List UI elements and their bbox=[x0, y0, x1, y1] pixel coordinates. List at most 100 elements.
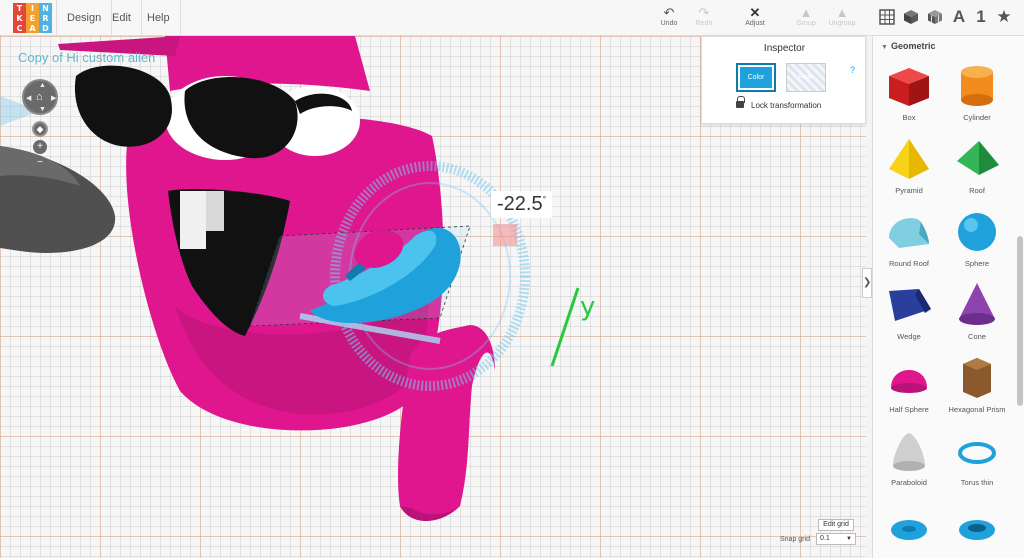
box-shape-icon bbox=[889, 68, 929, 106]
shape-item[interactable]: Pyramid bbox=[877, 135, 941, 207]
inspector-title: Inspector bbox=[763, 43, 806, 54]
shapes-sidebar: ▼ Geometric Box Cylinder Pyramid Roof Round R… bbox=[872, 36, 1024, 558]
adjust-button[interactable]: ✕ Adjust bbox=[735, 5, 775, 28]
undo-label: Undo bbox=[660, 20, 678, 27]
view-navigation-control[interactable]: ▲ ▼ ◀ ▶ ⌂ bbox=[22, 79, 58, 115]
inspector-panel: Inspector Color Hole ? Lock transformati… bbox=[701, 36, 866, 124]
zoom-in-button[interactable]: + bbox=[33, 140, 47, 154]
round-roof-shape-icon bbox=[889, 218, 929, 248]
shape-label: Roof bbox=[969, 186, 985, 195]
shape-item[interactable]: Torus thin bbox=[945, 427, 1009, 499]
lock-transformation-label[interactable]: Lock transformation bbox=[751, 101, 821, 110]
category-label: Geometric bbox=[890, 41, 936, 51]
shape-item[interactable]: Wedge bbox=[877, 281, 941, 353]
sidebar-scrollbar[interactable] bbox=[1017, 236, 1023, 406]
snap-grid-select[interactable]: 0.1 ▼ bbox=[816, 533, 856, 545]
inspector-help-icon[interactable]: ? bbox=[850, 65, 855, 75]
undo-icon: ↶ bbox=[663, 5, 675, 20]
shape-label: Cylinder bbox=[963, 113, 991, 122]
shape-label: Box bbox=[902, 113, 916, 122]
view-cube-icon[interactable]: ◆ bbox=[32, 121, 48, 137]
shape-item[interactable]: Paraboloid bbox=[877, 427, 941, 499]
orbit-right-arrow[interactable]: ▶ bbox=[51, 94, 56, 102]
wire-cube-icon[interactable] bbox=[924, 6, 946, 28]
wedge-shape-icon bbox=[889, 289, 931, 321]
text-tool-icon[interactable]: A bbox=[948, 6, 970, 28]
y-axis-label: y bbox=[580, 292, 596, 322]
shape-label: Cone bbox=[968, 332, 986, 341]
group-button[interactable]: ▲ Group bbox=[786, 5, 826, 28]
undo-button[interactable]: ↶ Undo bbox=[649, 5, 689, 28]
adjust-icon: ✕ bbox=[749, 5, 761, 20]
snap-grid-label: Snap grid bbox=[780, 536, 810, 543]
shape-item[interactable]: Cone bbox=[945, 281, 1009, 353]
alien-tooth-left bbox=[180, 191, 206, 249]
sphere-shape-icon bbox=[958, 213, 996, 251]
group-icon: ▲ bbox=[799, 5, 813, 20]
shape-item[interactable]: Hexagonal Prism bbox=[945, 354, 1009, 426]
paraboloid-shape-icon bbox=[893, 433, 925, 471]
orbit-down-arrow[interactable]: ▼ bbox=[39, 106, 46, 113]
logo-letter: K bbox=[13, 13, 26, 23]
adjust-label: Adjust bbox=[745, 20, 765, 27]
shape-label: Round Roof bbox=[888, 259, 930, 268]
logo-letter: I bbox=[26, 3, 39, 13]
ungroup-label: Ungroup bbox=[828, 20, 856, 27]
top-bar: TINKERCAD Design Edit Help ↶ Undo ↷ Redo… bbox=[0, 0, 1024, 36]
redo-button[interactable]: ↷ Redo bbox=[684, 5, 724, 28]
shape-item[interactable]: Roof bbox=[945, 135, 1009, 207]
angle-value: -22.5 bbox=[497, 193, 543, 215]
ungroup-icon: ▲ bbox=[835, 5, 849, 20]
sunglass-left bbox=[74, 65, 172, 147]
grid-view-icon[interactable] bbox=[876, 6, 898, 28]
shape-item[interactable]: Round Roof bbox=[877, 208, 941, 280]
hole-button[interactable]: Hole bbox=[786, 63, 826, 92]
collapse-sidebar-button[interactable]: ❯ bbox=[862, 268, 872, 298]
help-menu[interactable]: Help bbox=[137, 0, 181, 36]
tinkercad-logo[interactable]: TIN KER CAD bbox=[13, 3, 53, 33]
rotation-angle-readout: -22.5° bbox=[491, 191, 553, 218]
number-tool-icon[interactable]: 1 bbox=[970, 6, 992, 28]
geometric-category-header[interactable]: ▼ Geometric bbox=[881, 41, 935, 51]
orbit-left-arrow[interactable]: ◀ bbox=[26, 94, 31, 102]
hexagonal-prism-shape-icon bbox=[963, 358, 991, 398]
shape-item[interactable]: Sphere bbox=[945, 208, 1009, 280]
logo-letter: T bbox=[13, 3, 26, 13]
orbit-up-arrow[interactable]: ▲ bbox=[39, 82, 46, 89]
shape-label: Torus thin bbox=[960, 478, 994, 487]
group-label: Group bbox=[796, 20, 816, 27]
cone-shape-icon bbox=[959, 283, 995, 325]
redo-label: Redo bbox=[695, 20, 713, 27]
angle-unit: ° bbox=[542, 194, 547, 205]
cylinder-shape-icon bbox=[961, 66, 993, 106]
zoom-out-button[interactable]: − bbox=[33, 156, 47, 170]
home-view-icon[interactable]: ⌂ bbox=[36, 91, 43, 103]
shape-item[interactable] bbox=[945, 500, 1009, 558]
redo-icon: ↷ bbox=[698, 5, 710, 20]
edit-grid-button[interactable]: Edit grid bbox=[818, 519, 854, 531]
rotation-handle[interactable] bbox=[493, 224, 517, 246]
alien-tentacle[interactable] bbox=[398, 325, 495, 521]
shape-label: Pyramid bbox=[895, 186, 923, 195]
shape-label: Wedge bbox=[897, 332, 921, 341]
tube-shape-icon bbox=[959, 520, 995, 540]
lock-icon[interactable] bbox=[736, 96, 745, 108]
logo-letter: D bbox=[39, 23, 52, 33]
solid-cube-icon[interactable] bbox=[900, 6, 922, 28]
shape-item[interactable]: Cylinder bbox=[945, 62, 1009, 134]
color-button[interactable]: Color bbox=[736, 63, 776, 92]
star-tool-icon[interactable]: ★ bbox=[993, 6, 1015, 28]
design-title[interactable]: Copy of Hi custom alien bbox=[18, 50, 155, 65]
chevron-down-icon: ▼ bbox=[846, 536, 852, 542]
shape-item[interactable]: Box bbox=[877, 62, 941, 134]
edit-menu[interactable]: Edit bbox=[102, 0, 142, 36]
torus-shape-icon bbox=[891, 520, 927, 540]
shape-label: Half Sphere bbox=[889, 405, 929, 414]
alien-tooth-right bbox=[206, 191, 224, 231]
tinkercad-app: TINKERCAD Design Edit Help ↶ Undo ↷ Redo… bbox=[0, 0, 1024, 558]
shape-item[interactable]: Half Sphere bbox=[877, 354, 941, 426]
ungroup-button[interactable]: ▲ Ungroup bbox=[822, 5, 862, 28]
shape-item[interactable] bbox=[877, 500, 941, 558]
shape-label: Sphere bbox=[964, 259, 990, 268]
snap-grid-value: 0.1 bbox=[820, 535, 830, 542]
